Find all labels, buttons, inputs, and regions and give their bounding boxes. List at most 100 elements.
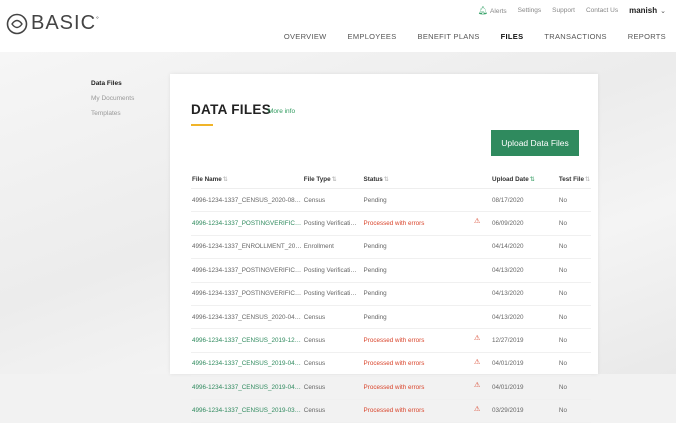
column-test-file[interactable]: Test File⇅ — [557, 170, 591, 189]
test-file-cell-text: No — [558, 407, 567, 415]
file-type-cell: Census — [302, 399, 363, 423]
sidebar-item-templates[interactable]: Templates — [91, 106, 134, 121]
test-file-cell: No — [557, 258, 591, 283]
file-name-cell[interactable]: 4996-1234-1337_CENSUS_2019-12-… — [191, 328, 303, 353]
table-row[interactable]: 4996-1234-1337_CENSUS_2019-03-… Census Pro… — [191, 399, 591, 423]
nav-reports[interactable]: REPORTS — [628, 32, 666, 41]
file-name-cell-text: 4996-1234-1337_CENSUS_2019-04-… — [192, 383, 303, 391]
file-name-cell[interactable]: 4996-1234-1337_CENSUS_2019-04-… — [191, 352, 303, 377]
upload-data-files-button[interactable]: Upload Data Files — [491, 130, 579, 156]
table-row[interactable]: 4996-1234-1337_CENSUS_2020-08-1… Census Pe… — [191, 188, 591, 213]
data-files-card: DATA FILES More info Upload Data Files F… — [170, 74, 598, 423]
file-type-cell: Posting Verificati… — [302, 282, 363, 306]
status-cell-text: Pending — [363, 196, 387, 204]
user-name: manish — [629, 6, 658, 15]
more-info-link[interactable]: More info — [268, 108, 295, 115]
file-type-cell-text: Posting Verificati… — [303, 290, 357, 298]
logo[interactable]: BASIC° — [6, 12, 100, 35]
file-type-cell-text: Enrollment — [303, 243, 334, 251]
file-name-cell[interactable]: 4996-1234-1337_CENSUS_2020-08-1… — [191, 188, 303, 213]
file-name-cell[interactable]: 4996-1234-1337_POSTINGVERIFICA… — [191, 211, 303, 236]
chevron-down-icon: ⌄ — [660, 8, 666, 15]
status-cell-text: Processed with errors — [363, 337, 425, 345]
file-type-cell: Census — [302, 328, 363, 353]
nav-overview[interactable]: OVERVIEW — [284, 32, 327, 41]
file-name-cell[interactable]: 4996-1234-1337_CENSUS_2019-03-… — [191, 399, 303, 423]
file-type-cell-text: Posting Verificati… — [303, 266, 357, 274]
file-type-cell-text: Census — [303, 360, 326, 368]
status-cell-text: Pending — [363, 266, 387, 274]
file-type-cell-text: Census — [303, 313, 326, 321]
sort-icon: ⇅ — [584, 176, 590, 183]
column-upload-date[interactable]: Upload Date⇅ — [491, 170, 558, 189]
file-type-cell: Census — [302, 188, 363, 213]
file-type-cell-text: Census — [303, 407, 326, 415]
support-link[interactable]: Support — [552, 7, 575, 14]
test-file-cell-text: No — [558, 383, 567, 391]
table-header-row: File Name⇅ File Type⇅ Status⇅ Upload Dat… — [191, 170, 591, 189]
file-name-cell[interactable]: 4996-1234-1337_ENROLLMENT_202… — [191, 235, 303, 260]
upload-date-cell: 08/17/2020 — [491, 188, 558, 213]
sort-icon: ⇅ — [529, 176, 535, 183]
table-row[interactable]: 4996-1234-1337_ENROLLMENT_202… Enrollment… — [191, 235, 591, 260]
status-cell: Processed with errors — [362, 375, 492, 400]
upload-date-cell: 04/14/2020 — [491, 235, 558, 260]
file-type-cell: Posting Verificati… — [302, 211, 363, 236]
table-row[interactable]: 4996-1234-1337_CENSUS_2019-12-… Census Pro… — [191, 328, 591, 353]
column-status[interactable]: Status⇅ — [362, 170, 492, 189]
upload-date-cell-text: 04/14/2020 — [492, 243, 524, 251]
status-cell: Pending — [362, 305, 492, 330]
file-type-cell: Posting Verificati… — [302, 258, 363, 283]
column-file-name[interactable]: File Name⇅ — [191, 170, 303, 189]
nav-files[interactable]: FILES — [501, 32, 524, 41]
column-file-type[interactable]: File Type⇅ — [302, 170, 363, 189]
upload-date-cell-text: 06/09/2020 — [492, 220, 524, 228]
user-menu[interactable]: manish ⌄ — [629, 6, 666, 15]
file-name-cell-text: 4996-1234-1337_POSTINGVERIFICA… — [192, 290, 303, 298]
file-type-cell: Enrollment — [302, 235, 363, 260]
nav-transactions[interactable]: TRANSACTIONS — [544, 32, 606, 41]
test-file-cell-text: No — [558, 313, 567, 321]
warning-icon[interactable]: ⚠ — [474, 335, 480, 342]
upload-date-cell-text: 04/01/2019 — [492, 383, 524, 391]
table-row[interactable]: 4996-1234-1337_CENSUS_2019-04-… Census Pro… — [191, 352, 591, 377]
status-cell-text: Processed with errors — [363, 220, 425, 228]
sidebar-item-my-documents[interactable]: My Documents — [91, 91, 134, 106]
nav-benefit-plans[interactable]: BENEFIT PLANS — [418, 32, 480, 41]
table-row[interactable]: 4996-1234-1337_POSTINGVERIFICA… Posting V… — [191, 211, 591, 236]
file-name-cell-text: 4996-1234-1337_CENSUS_2020-04-1… — [192, 313, 303, 321]
warning-icon[interactable]: ⚠ — [474, 359, 480, 366]
table-row[interactable]: 4996-1234-1337_POSTINGVERIFICA… Posting V… — [191, 282, 591, 306]
test-file-cell: No — [557, 188, 591, 213]
warning-icon[interactable]: ⚠ — [474, 406, 480, 413]
status-cell: Processed with errors — [362, 352, 492, 377]
table-row[interactable]: 4996-1234-1337_CENSUS_2020-04-1… Census Pe… — [191, 305, 591, 330]
sidebar-item-data-files[interactable]: Data Files — [91, 76, 134, 91]
warning-icon[interactable]: ⚠ — [474, 218, 480, 225]
test-file-cell-text: No — [558, 243, 567, 251]
file-name-cell-text: 4996-1234-1337_CENSUS_2020-08-1… — [192, 196, 303, 204]
file-type-cell-text: Posting Verificati… — [303, 220, 357, 228]
file-type-cell-text: Census — [303, 337, 326, 345]
alerts-link[interactable]: 🔔︎ Alerts — [478, 6, 507, 15]
file-name-cell[interactable]: 4996-1234-1337_CENSUS_2020-04-1… — [191, 305, 303, 330]
nav-employees[interactable]: EMPLOYEES — [348, 32, 397, 41]
logo-mark-icon — [6, 13, 28, 34]
file-name-cell-text: 4996-1234-1337_POSTINGVERIFICA… — [192, 220, 303, 228]
file-type-cell: Census — [302, 352, 363, 377]
test-file-cell: No — [557, 375, 591, 400]
file-name-cell[interactable]: 4996-1234-1337_POSTINGVERIFICA… — [191, 258, 303, 283]
sort-icon: ⇅ — [383, 176, 389, 183]
warning-icon[interactable]: ⚠ — [474, 382, 480, 389]
table-row[interactable]: 4996-1234-1337_POSTINGVERIFICA… Posting V… — [191, 258, 591, 283]
table-row[interactable]: 4996-1234-1337_CENSUS_2019-04-… Census Pro… — [191, 375, 591, 400]
settings-link[interactable]: Settings — [518, 7, 542, 14]
upload-date-cell-text: 08/17/2020 — [492, 196, 524, 204]
file-name-cell[interactable]: 4996-1234-1337_CENSUS_2019-04-… — [191, 375, 303, 400]
bell-icon: 🔔︎ — [477, 6, 489, 15]
contact-us-link[interactable]: Contact Us — [586, 7, 618, 14]
test-file-cell-text: No — [558, 360, 567, 368]
file-name-cell-text: 4996-1234-1337_CENSUS_2019-03-… — [192, 407, 303, 415]
file-name-cell[interactable]: 4996-1234-1337_POSTINGVERIFICA… — [191, 282, 303, 306]
file-type-cell: Census — [302, 305, 363, 330]
